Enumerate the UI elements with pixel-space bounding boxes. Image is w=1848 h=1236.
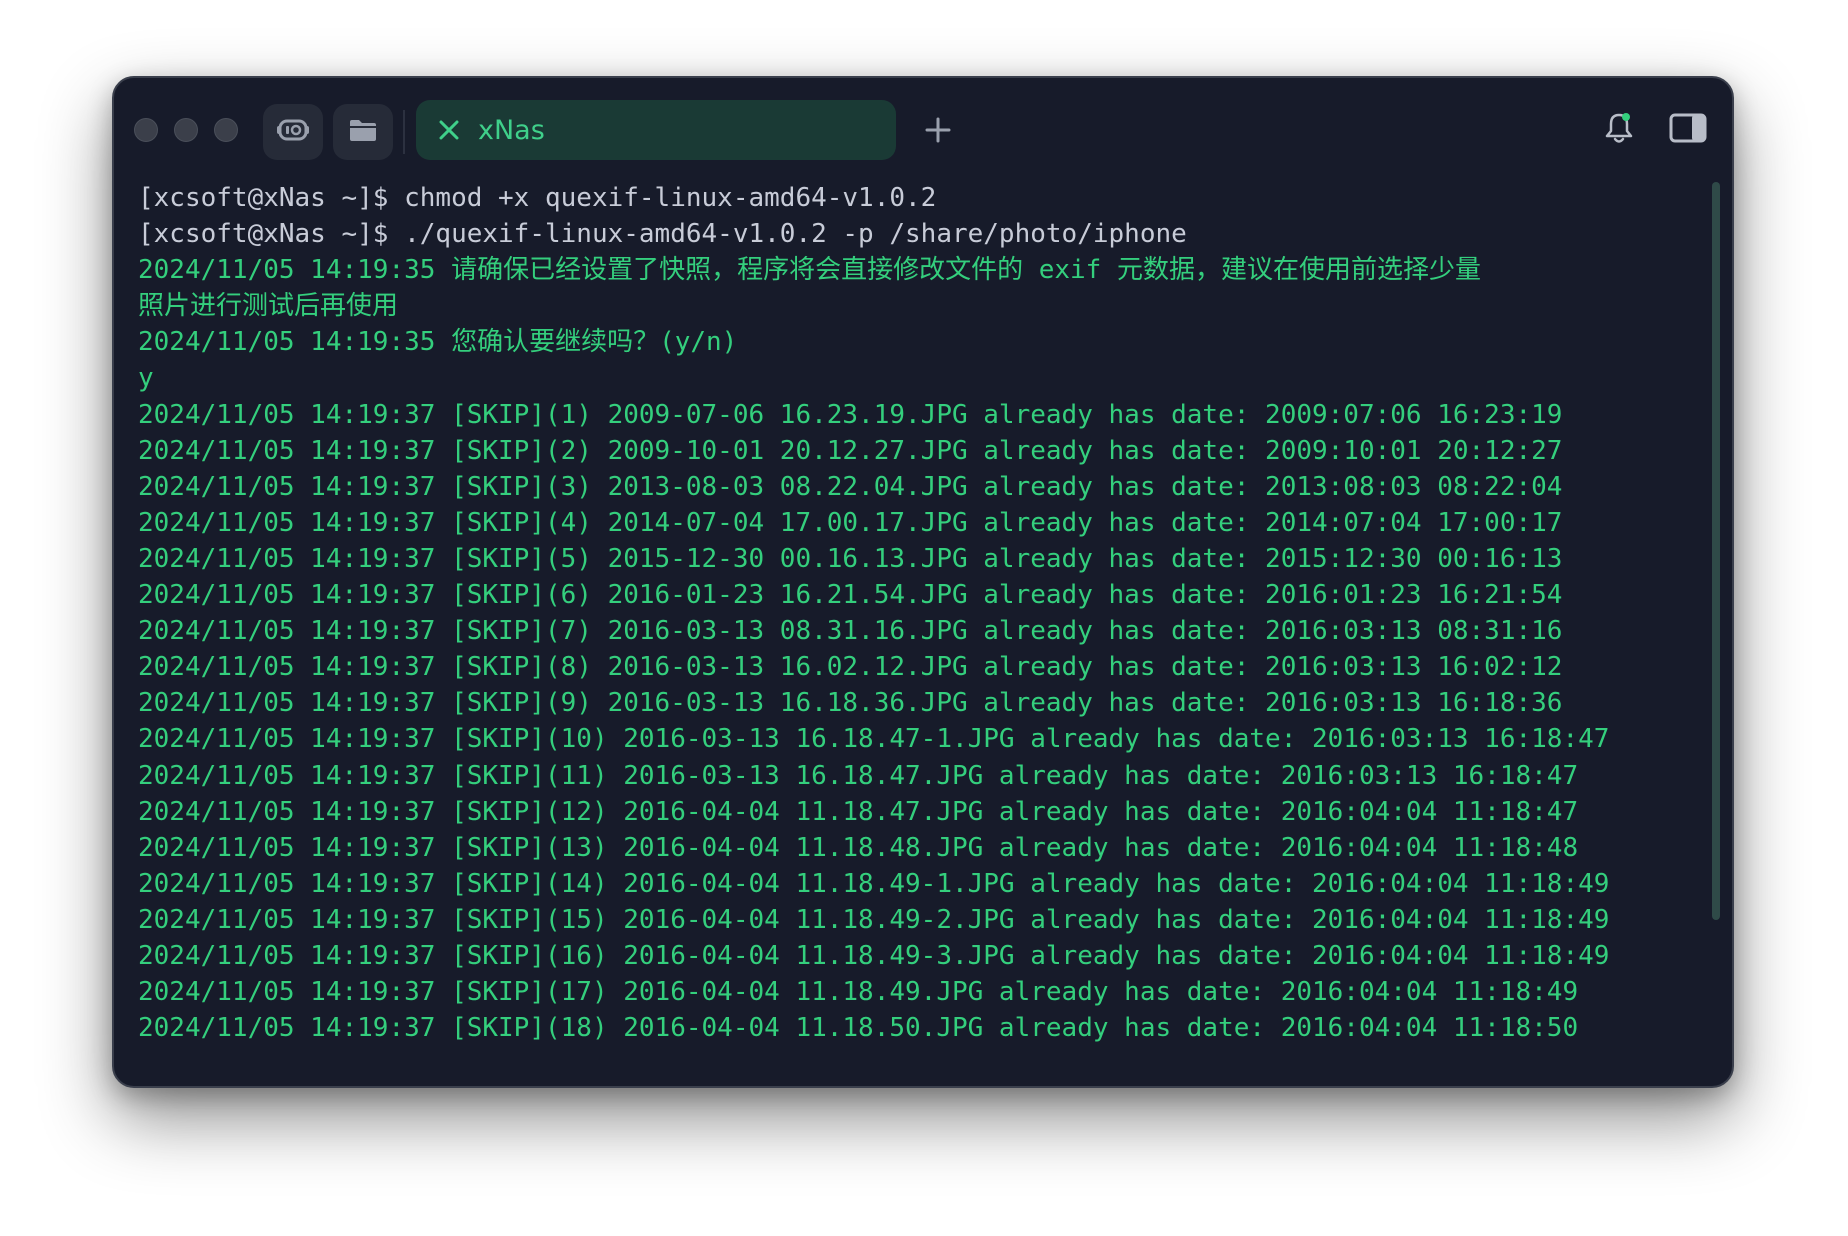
close-icon[interactable] [434,115,464,145]
output-line: 2024/11/05 14:19:35 请确保已经设置了快照，程序将会直接修改文… [138,255,1481,286]
scrollbar[interactable] [1712,182,1720,920]
ai-assistant-icon [276,115,310,150]
output-line: 2024/11/05 14:19:37 [SKIP](12) 2016-04-0… [138,796,1579,827]
title-bar: xNas [114,78,1732,178]
output-line: 2024/11/05 14:19:37 [SKIP](10) 2016-03-1… [138,724,1610,755]
window-zoom-button[interactable] [214,118,238,142]
window-close-button[interactable] [134,118,158,142]
output-line: 2024/11/05 14:19:37 [SKIP](15) 2016-04-0… [138,904,1610,935]
output-line: 2024/11/05 14:19:37 [SKIP](11) 2016-03-1… [138,760,1579,791]
output-line: 2024/11/05 14:19:37 [SKIP](5) 2015-12-30… [138,543,1563,574]
output-line: 2024/11/05 14:19:37 [SKIP](16) 2016-04-0… [138,940,1610,971]
plus-icon [924,116,952,149]
notifications-button[interactable] [1597,108,1641,152]
tab-title: xNas [478,114,545,146]
sidebar-toggle-icon [1669,113,1707,148]
terminal-output[interactable]: [xcsoft@xNas ~]$ chmod +x quexif-linux-a… [138,180,1718,1060]
bell-icon [1603,111,1635,150]
sidebar-toggle-button[interactable] [1666,108,1710,152]
output-line: 照片进行测试后再使用 [138,291,399,322]
new-tab-button[interactable] [916,110,960,154]
command-line: [xcsoft@xNas ~]$ ./quexif-linux-amd64-v1… [138,219,1187,250]
output-line: 2024/11/05 14:19:37 [SKIP](2) 2009-10-01… [138,435,1563,466]
output-line: 2024/11/05 14:19:37 [SKIP](6) 2016-01-23… [138,580,1563,611]
toolbar-divider [403,110,405,154]
terminal-window: xNas [xcsoft@xNas ~]$ chmod +x quexif-li… [112,76,1734,1088]
output-line: y [138,363,154,394]
window-minimize-button[interactable] [174,118,198,142]
output-line: 2024/11/05 14:19:37 [SKIP](13) 2016-04-0… [138,832,1579,863]
output-line: 2024/11/05 14:19:37 [SKIP](3) 2013-08-03… [138,471,1563,502]
ai-assistant-button[interactable] [263,104,323,160]
file-browser-button[interactable] [333,104,393,160]
output-line: 2024/11/05 14:19:37 [SKIP](4) 2014-07-04… [138,507,1563,538]
tab-xnas[interactable]: xNas [416,100,896,160]
output-line: 2024/11/05 14:19:37 [SKIP](18) 2016-04-0… [138,1013,1579,1044]
output-line: 2024/11/05 14:19:35 您确认要继续吗？(y/n) [138,327,738,358]
output-line: 2024/11/05 14:19:37 [SKIP](7) 2016-03-13… [138,616,1563,647]
output-line: 2024/11/05 14:19:37 [SKIP](14) 2016-04-0… [138,868,1610,899]
output-line: 2024/11/05 14:19:37 [SKIP](8) 2016-03-13… [138,652,1563,683]
folder-icon [348,117,378,148]
output-line: 2024/11/05 14:19:37 [SKIP](9) 2016-03-13… [138,688,1563,719]
command-line: [xcsoft@xNas ~]$ chmod +x quexif-linux-a… [138,183,937,213]
output-line: 2024/11/05 14:19:37 [SKIP](17) 2016-04-0… [138,977,1579,1008]
output-line: 2024/11/05 14:19:37 [SKIP](1) 2009-07-06… [138,399,1563,430]
